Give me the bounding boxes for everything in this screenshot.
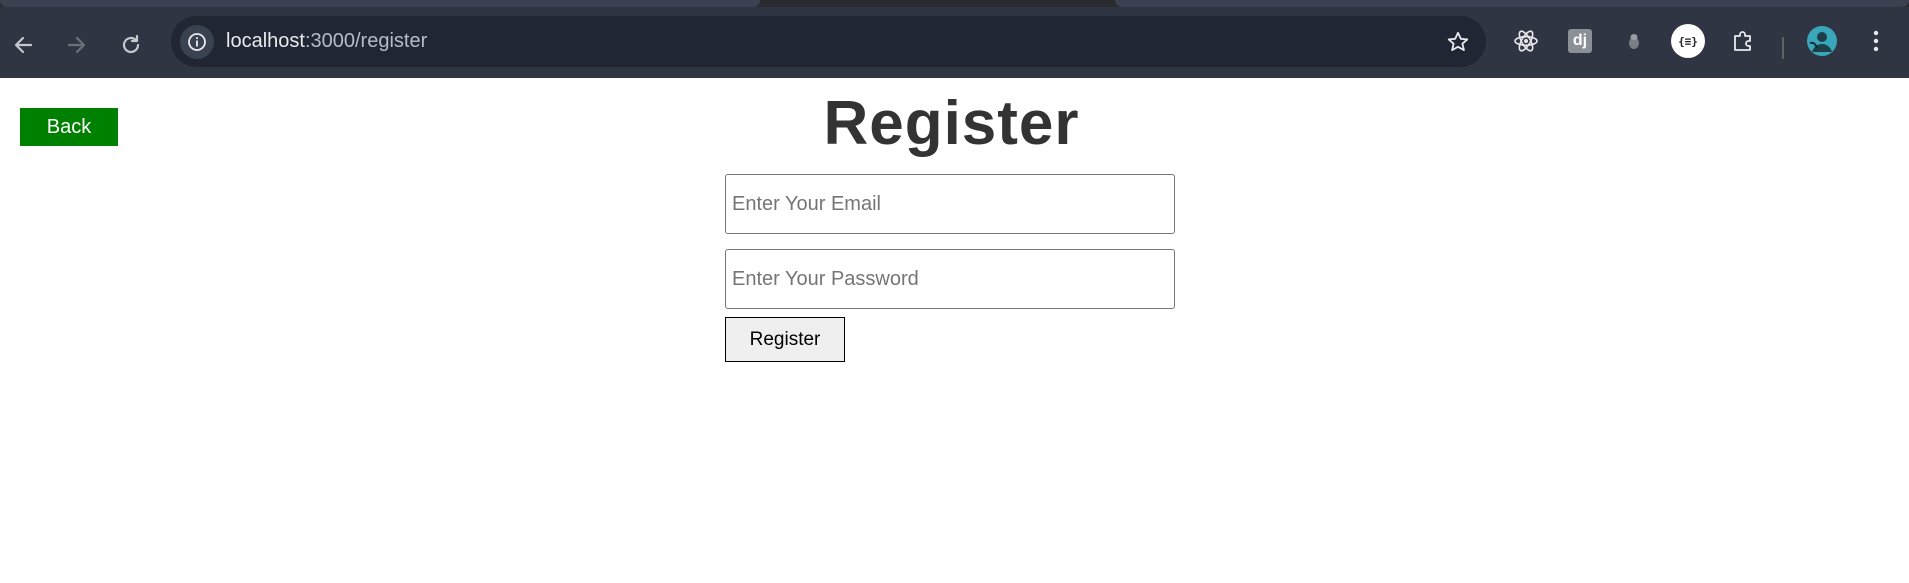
browser-menu-button[interactable]: [1859, 24, 1893, 58]
json-formatter-icon: {≡}: [1671, 24, 1705, 58]
url-path: :3000/register: [304, 30, 428, 52]
forward-nav-button[interactable]: [59, 27, 95, 63]
reload-icon: [122, 34, 140, 54]
password-field[interactable]: [725, 249, 1175, 309]
bookmark-button[interactable]: [1444, 28, 1472, 56]
back-button[interactable]: Back: [20, 108, 118, 146]
json-formatter-icon-label: {≡}: [1678, 34, 1698, 48]
url-text[interactable]: localhost:3000/register: [226, 30, 427, 53]
browser-toolbar: localhost:3000/register dj {≡}: [0, 7, 1909, 78]
star-icon: [1447, 31, 1469, 51]
react-devtools-icon: [1514, 30, 1538, 52]
site-info-button[interactable]: [180, 25, 214, 59]
django-icon: dj: [1568, 29, 1592, 53]
tab-left[interactable]: [0, 0, 760, 7]
puzzle-icon: [1734, 31, 1751, 51]
address-bar[interactable]: localhost:3000/register: [171, 16, 1486, 67]
toolbar-divider: [1782, 37, 1784, 59]
tab-strip: [0, 0, 1909, 7]
arrow-left-icon: [14, 36, 33, 54]
email-field[interactable]: [725, 174, 1175, 234]
json-formatter-button[interactable]: {≡}: [1671, 24, 1705, 58]
register-button[interactable]: Register: [725, 317, 845, 362]
django-extension-button[interactable]: dj: [1563, 24, 1597, 58]
profile-button[interactable]: [1805, 24, 1839, 58]
url-host: localhost: [226, 30, 305, 52]
tab-right[interactable]: [1115, 0, 1909, 7]
kebab-menu-icon: [1873, 30, 1879, 52]
gray-extension-button[interactable]: [1617, 24, 1651, 58]
back-nav-button[interactable]: [5, 27, 41, 63]
page-content: Register Back Register: [0, 78, 1909, 583]
browser-chrome: localhost:3000/register dj {≡}: [0, 0, 1909, 78]
extensions-button[interactable]: [1726, 24, 1760, 58]
arrow-right-icon: [67, 36, 86, 54]
info-icon: [188, 33, 206, 51]
avatar-icon: [1807, 26, 1837, 56]
reload-button[interactable]: [113, 27, 149, 63]
extension-gray-icon: [1629, 34, 1639, 49]
page-title: Register: [823, 89, 1080, 158]
django-icon-label: dj: [1572, 32, 1588, 49]
react-devtools-button[interactable]: [1509, 24, 1543, 58]
